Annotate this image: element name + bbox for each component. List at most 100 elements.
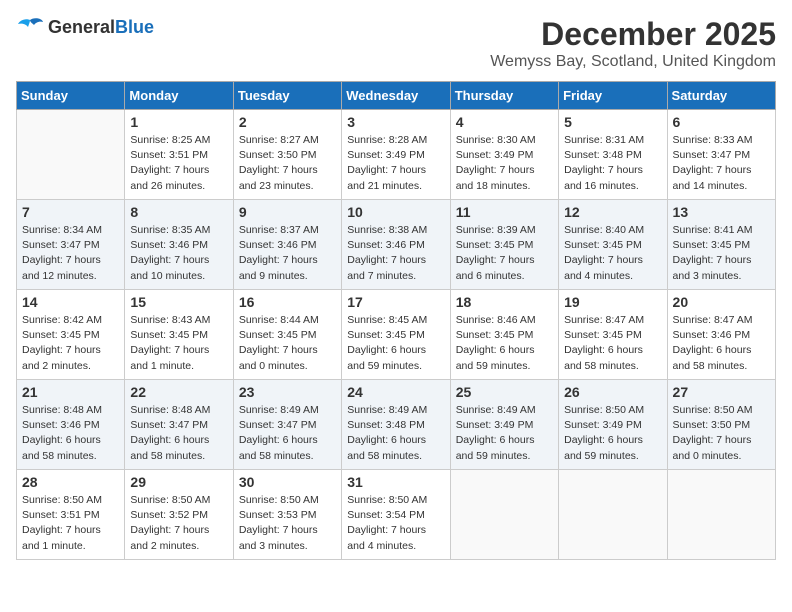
calendar-cell: 15Sunrise: 8:43 AMSunset: 3:45 PMDayligh… [125, 290, 233, 380]
calendar-cell: 28 Sunrise: 8:50 AMSunset: 3:51 PMDayligh… [17, 470, 125, 560]
calendar-cell: 23Sunrise: 8:49 AMSunset: 3:47 PMDayligh… [233, 380, 341, 470]
calendar-cell: 26Sunrise: 8:50 AMSunset: 3:49 PMDayligh… [559, 380, 667, 470]
day-number: 6 [673, 114, 770, 130]
day-info: Sunrise: 8:49 AMSunset: 3:48 PMDaylight:… [347, 403, 444, 464]
day-number: 27 [673, 384, 770, 400]
header-day: Friday [559, 82, 667, 110]
calendar-cell: 21Sunrise: 8:48 AMSunset: 3:46 PMDayligh… [17, 380, 125, 470]
day-info: Sunrise: 8:44 AMSunset: 3:45 PMDaylight:… [239, 313, 336, 374]
logo-blue: Blue [115, 17, 154, 37]
day-info: Sunrise: 8:50 AMSunset: 3:53 PMDaylight:… [239, 493, 336, 554]
day-number: 15 [130, 294, 227, 310]
calendar-cell: 1 Sunrise: 8:25 AMSunset: 3:51 PMDaylight… [125, 110, 233, 200]
calendar-cell [450, 470, 558, 560]
day-number: 1 [130, 114, 227, 130]
day-info: Sunrise: 8:41 AMSunset: 3:45 PMDaylight:… [673, 223, 770, 284]
day-number: 2 [239, 114, 336, 130]
day-number: 18 [456, 294, 553, 310]
calendar-cell [559, 470, 667, 560]
day-info: Sunrise: 8:35 AMSunset: 3:46 PMDaylight:… [130, 223, 227, 284]
day-number: 16 [239, 294, 336, 310]
calendar-cell [667, 470, 775, 560]
header-day: Monday [125, 82, 233, 110]
calendar-cell: 27 Sunrise: 8:50 AMSunset: 3:50 PMDayligh… [667, 380, 775, 470]
calendar-cell: 29 Sunrise: 8:50 AMSunset: 3:52 PMDayligh… [125, 470, 233, 560]
header-day: Saturday [667, 82, 775, 110]
calendar-cell: 6Sunrise: 8:33 AMSunset: 3:47 PMDaylight… [667, 110, 775, 200]
calendar-week-row: 21Sunrise: 8:48 AMSunset: 3:46 PMDayligh… [17, 380, 776, 470]
day-number: 28 [22, 474, 119, 490]
day-info: Sunrise: 8:50 AMSunset: 3:50 PMDaylight:… [673, 403, 770, 464]
day-number: 24 [347, 384, 444, 400]
header-day: Tuesday [233, 82, 341, 110]
day-number: 20 [673, 294, 770, 310]
day-info: Sunrise: 8:40 AMSunset: 3:45 PMDaylight:… [564, 223, 661, 284]
day-info: Sunrise: 8:49 AMSunset: 3:49 PMDaylight:… [456, 403, 553, 464]
day-info: Sunrise: 8:37 AMSunset: 3:46 PMDaylight:… [239, 223, 336, 284]
day-info: Sunrise: 8:27 AMSunset: 3:50 PMDaylight:… [239, 133, 336, 194]
calendar-cell [17, 110, 125, 200]
day-info: Sunrise: 8:25 AMSunset: 3:51 PMDaylight:… [130, 133, 227, 194]
calendar-cell: 20 Sunrise: 8:47 AMSunset: 3:46 PMDayligh… [667, 290, 775, 380]
location-title: Wemyss Bay, Scotland, United Kingdom [490, 53, 776, 71]
day-number: 12 [564, 204, 661, 220]
day-number: 9 [239, 204, 336, 220]
day-info: Sunrise: 8:47 AMSunset: 3:45 PMDaylight:… [564, 313, 661, 374]
day-number: 3 [347, 114, 444, 130]
day-number: 25 [456, 384, 553, 400]
header-day: Sunday [17, 82, 125, 110]
calendar-cell: 22Sunrise: 8:48 AMSunset: 3:47 PMDayligh… [125, 380, 233, 470]
day-info: Sunrise: 8:31 AMSunset: 3:48 PMDaylight:… [564, 133, 661, 194]
logo-icon [16, 16, 44, 38]
day-number: 17 [347, 294, 444, 310]
header-row: SundayMondayTuesdayWednesdayThursdayFrid… [17, 82, 776, 110]
calendar-table: SundayMondayTuesdayWednesdayThursdayFrid… [16, 81, 776, 560]
calendar-cell: 10 Sunrise: 8:38 AMSunset: 3:46 PMDayligh… [342, 200, 450, 290]
calendar-week-row: 1 Sunrise: 8:25 AMSunset: 3:51 PMDaylight… [17, 110, 776, 200]
day-number: 21 [22, 384, 119, 400]
calendar-cell: 3 Sunrise: 8:28 AMSunset: 3:49 PMDaylight… [342, 110, 450, 200]
day-info: Sunrise: 8:46 AMSunset: 3:45 PMDaylight:… [456, 313, 553, 374]
day-info: Sunrise: 8:30 AMSunset: 3:49 PMDaylight:… [456, 133, 553, 194]
logo-text: GeneralBlue [48, 17, 154, 38]
header-day: Wednesday [342, 82, 450, 110]
calendar-cell: 24 Sunrise: 8:49 AMSunset: 3:48 PMDayligh… [342, 380, 450, 470]
day-info: Sunrise: 8:50 AMSunset: 3:54 PMDaylight:… [347, 493, 444, 554]
calendar-week-row: 7 Sunrise: 8:34 AMSunset: 3:47 PMDaylight… [17, 200, 776, 290]
calendar-cell: 31 Sunrise: 8:50 AMSunset: 3:54 PMDayligh… [342, 470, 450, 560]
day-info: Sunrise: 8:38 AMSunset: 3:46 PMDaylight:… [347, 223, 444, 284]
day-number: 13 [673, 204, 770, 220]
calendar-cell: 9 Sunrise: 8:37 AMSunset: 3:46 PMDaylight… [233, 200, 341, 290]
day-info: Sunrise: 8:42 AMSunset: 3:45 PMDaylight:… [22, 313, 119, 374]
day-number: 22 [130, 384, 227, 400]
calendar-cell: 16 Sunrise: 8:44 AMSunset: 3:45 PMDayligh… [233, 290, 341, 380]
day-number: 4 [456, 114, 553, 130]
day-number: 14 [22, 294, 119, 310]
day-info: Sunrise: 8:50 AMSunset: 3:52 PMDaylight:… [130, 493, 227, 554]
day-number: 29 [130, 474, 227, 490]
day-number: 10 [347, 204, 444, 220]
calendar-cell: 30Sunrise: 8:50 AMSunset: 3:53 PMDayligh… [233, 470, 341, 560]
calendar-cell: 25 Sunrise: 8:49 AMSunset: 3:49 PMDayligh… [450, 380, 558, 470]
day-info: Sunrise: 8:47 AMSunset: 3:46 PMDaylight:… [673, 313, 770, 374]
calendar-cell: 19 Sunrise: 8:47 AMSunset: 3:45 PMDayligh… [559, 290, 667, 380]
calendar-cell: 14 Sunrise: 8:42 AMSunset: 3:45 PMDayligh… [17, 290, 125, 380]
month-title: December 2025 [490, 16, 776, 53]
day-number: 26 [564, 384, 661, 400]
calendar-cell: 13 Sunrise: 8:41 AMSunset: 3:45 PMDayligh… [667, 200, 775, 290]
day-number: 5 [564, 114, 661, 130]
calendar-cell: 11Sunrise: 8:39 AMSunset: 3:45 PMDayligh… [450, 200, 558, 290]
day-number: 7 [22, 204, 119, 220]
calendar-cell: 8Sunrise: 8:35 AMSunset: 3:46 PMDaylight… [125, 200, 233, 290]
calendar-cell: 7 Sunrise: 8:34 AMSunset: 3:47 PMDaylight… [17, 200, 125, 290]
title-block: December 2025 Wemyss Bay, Scotland, Unit… [490, 16, 776, 71]
calendar-cell: 12 Sunrise: 8:40 AMSunset: 3:45 PMDayligh… [559, 200, 667, 290]
day-number: 31 [347, 474, 444, 490]
day-info: Sunrise: 8:28 AMSunset: 3:49 PMDaylight:… [347, 133, 444, 194]
day-info: Sunrise: 8:50 AMSunset: 3:51 PMDaylight:… [22, 493, 119, 554]
day-number: 19 [564, 294, 661, 310]
day-info: Sunrise: 8:45 AMSunset: 3:45 PMDaylight:… [347, 313, 444, 374]
day-number: 11 [456, 204, 553, 220]
day-info: Sunrise: 8:34 AMSunset: 3:47 PMDaylight:… [22, 223, 119, 284]
logo: GeneralBlue [16, 16, 154, 38]
